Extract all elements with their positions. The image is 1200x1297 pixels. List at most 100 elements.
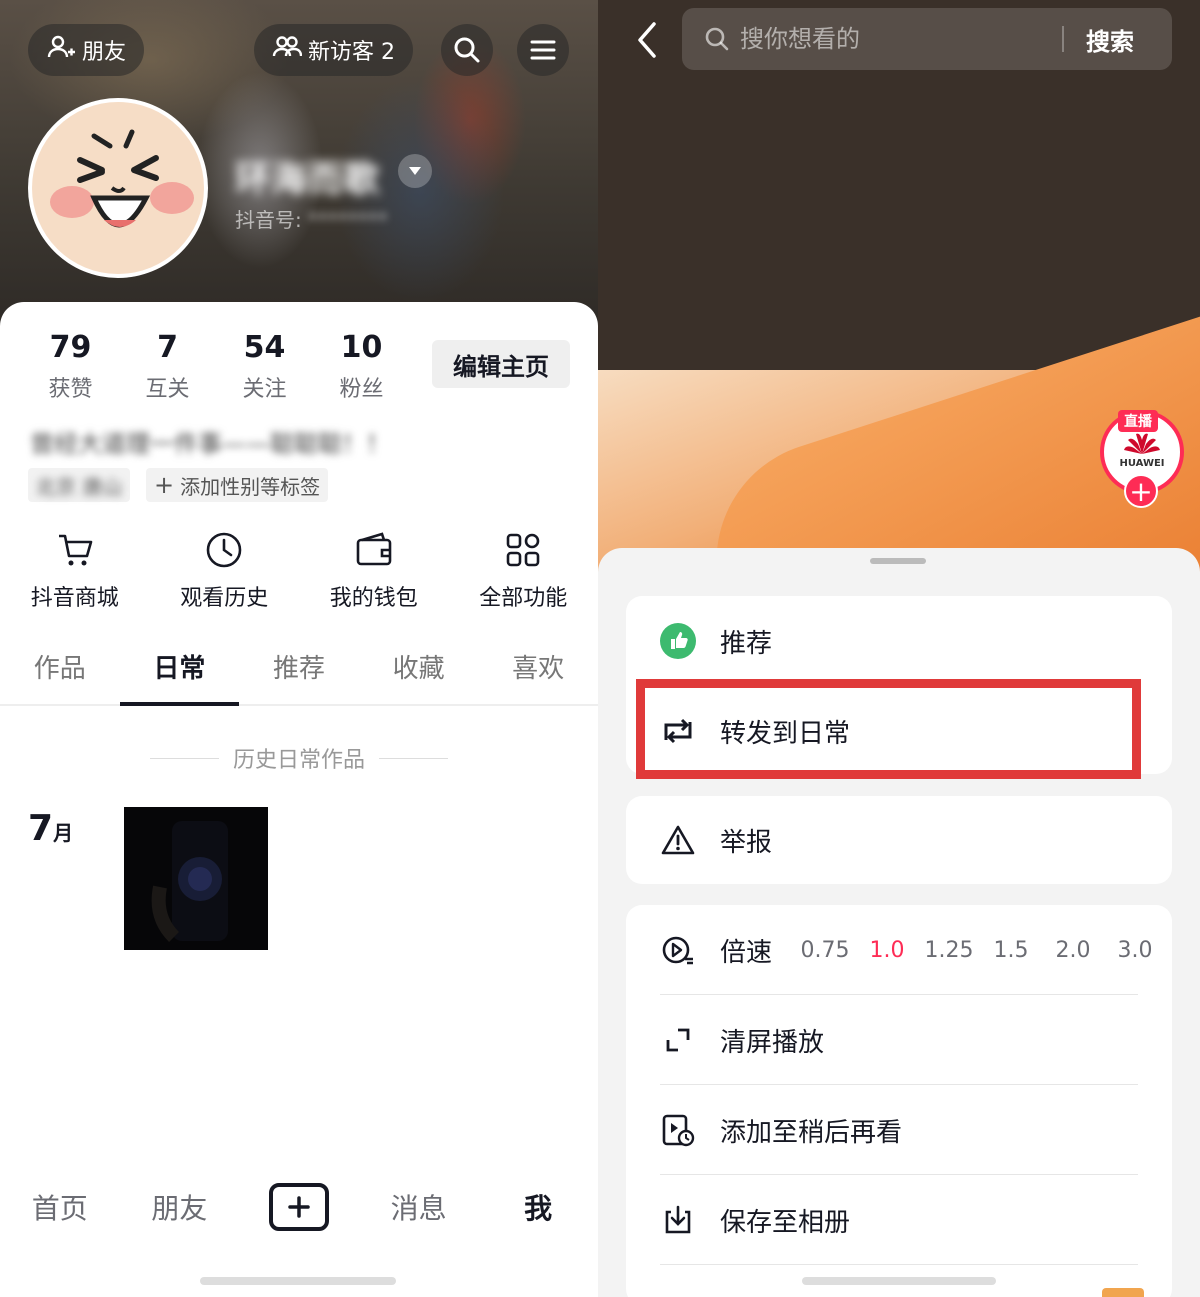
stat-following-count: 54: [243, 330, 286, 365]
tool-wallet[interactable]: 我的钱包: [299, 530, 449, 612]
clear-screen-row[interactable]: 清屏播放: [626, 995, 1172, 1085]
tool-shop-label: 抖音商城: [30, 586, 119, 611]
hamburger-icon: [530, 40, 556, 60]
tool-all-features-label: 全部功能: [479, 586, 568, 611]
peek-thumbnail: [1102, 1288, 1144, 1297]
tool-all-features[interactable]: 全部功能: [449, 530, 599, 612]
speed-option-1-25[interactable]: 1.25: [918, 938, 980, 963]
live-badge: 直播: [1118, 410, 1158, 432]
laughing-face-avatar-icon: [32, 102, 204, 274]
stat-followers-label: 粉丝: [339, 377, 384, 402]
home-indicator: [802, 1277, 996, 1285]
add-tag-label: 添加性别等标签: [180, 474, 321, 499]
edit-profile-button[interactable]: 编辑主页: [432, 340, 570, 388]
grid-icon: [506, 533, 540, 567]
speed-option-1-0[interactable]: 1.0: [856, 938, 918, 963]
profile-tabs: 作品 日常 推荐 收藏 喜欢: [0, 640, 598, 706]
watch-later-label: 添加至稍后再看: [720, 1117, 903, 1148]
search-submit-button[interactable]: 搜索: [1086, 22, 1134, 57]
playback-group: 倍速 0.75 1.0 1.25 1.5 2.0 3.0 清屏播放 添加至稍后再…: [626, 905, 1172, 1297]
friends-label: 朋友: [82, 40, 127, 65]
stat-followers[interactable]: 10 粉丝: [313, 330, 410, 403]
month-label: 7月: [28, 808, 73, 849]
account-switch-button[interactable]: [398, 154, 432, 188]
highlight-box: [636, 679, 1141, 779]
speed-option-2-0[interactable]: 2.0: [1042, 938, 1104, 963]
recommend-row[interactable]: 推荐: [626, 596, 1172, 686]
tool-history[interactable]: 观看历史: [150, 530, 300, 612]
stat-likes-count: 79: [49, 330, 92, 365]
bottom-nav: 首页 朋友 消息 我: [0, 1172, 598, 1242]
create-button[interactable]: [268, 1183, 329, 1231]
back-button[interactable]: [628, 18, 668, 62]
stat-following-label: 关注: [242, 377, 287, 402]
wallet-icon: [356, 532, 392, 566]
speed-option-1-5[interactable]: 1.5: [980, 938, 1042, 963]
cart-icon: [58, 534, 93, 566]
clear-screen-label: 清屏播放: [720, 1027, 825, 1058]
stat-following[interactable]: 54 关注: [216, 330, 313, 403]
home-indicator: [200, 1277, 396, 1285]
history-label: 历史日常作品: [233, 748, 366, 773]
warning-icon: [658, 820, 698, 860]
phone-photo-icon: [151, 821, 228, 942]
search-input[interactable]: [740, 25, 1060, 53]
tool-shop[interactable]: 抖音商城: [0, 530, 150, 612]
search-button[interactable]: [441, 24, 493, 76]
profile-screen: 朋友 新访客 2 环海而歌 抖音号: ******** 79 获赞 7 互关 5…: [0, 0, 598, 1297]
douyin-id-value: ********: [307, 208, 388, 232]
month-unit: 月: [53, 821, 74, 845]
nav-messages[interactable]: 消息: [359, 1187, 479, 1227]
daily-video-thumbnail[interactable]: [124, 807, 268, 950]
friends-button[interactable]: 朋友: [28, 24, 145, 76]
stat-mutual-count: 7: [157, 330, 178, 365]
watch-later-row[interactable]: 添加至稍后再看: [626, 1085, 1172, 1175]
menu-button[interactable]: [517, 24, 569, 76]
add-tag-button[interactable]: + 添加性别等标签: [146, 468, 329, 502]
report-row[interactable]: 举报: [626, 796, 1172, 884]
triangle-down-icon: [409, 167, 421, 175]
tool-wallet-label: 我的钱包: [329, 586, 418, 611]
download-icon: [658, 1200, 698, 1240]
tab-daily[interactable]: 日常: [119, 640, 240, 706]
speed-row: 倍速 0.75 1.0 1.25 1.5 2.0 3.0: [626, 905, 1172, 995]
nav-home[interactable]: 首页: [0, 1187, 120, 1227]
follow-plus-button[interactable]: +: [1124, 474, 1158, 508]
profile-stats: 79 获赞 7 互关 54 关注 10 粉丝: [22, 330, 410, 403]
plus-icon: [288, 1196, 310, 1218]
visitors-icon: [272, 32, 303, 68]
new-visitors-button[interactable]: 新访客 2: [254, 24, 413, 76]
tab-favorites[interactable]: 收藏: [359, 640, 479, 704]
tab-recommend[interactable]: 推荐: [239, 640, 359, 704]
stat-likes[interactable]: 79 获赞: [22, 330, 119, 403]
fullscreen-icon: [658, 1020, 698, 1060]
speed-option-3-0[interactable]: 3.0: [1104, 938, 1166, 963]
month-number: 7: [28, 808, 54, 849]
tab-likes[interactable]: 喜欢: [478, 640, 598, 704]
huawei-logo-icon: [1124, 433, 1160, 454]
location-tag-text: 北京 唐山: [36, 474, 123, 499]
nav-friends[interactable]: 朋友: [120, 1187, 240, 1227]
douyin-id-label: 抖音号:: [235, 208, 302, 232]
save-album-row[interactable]: 保存至相册: [626, 1175, 1172, 1265]
nav-create[interactable]: [239, 1183, 359, 1231]
search-bar: 搜索: [682, 8, 1172, 70]
speed-label: 倍速: [720, 937, 773, 968]
report-group: 举报: [626, 796, 1172, 884]
speed-icon: [658, 930, 698, 970]
stat-mutual[interactable]: 7 互关: [119, 330, 216, 403]
location-tag[interactable]: 北京 唐山: [28, 468, 131, 502]
avatar[interactable]: [28, 98, 208, 278]
tab-works[interactable]: 作品: [0, 640, 120, 704]
divider-line: [379, 757, 449, 759]
save-album-label: 保存至相册: [720, 1207, 851, 1238]
search-divider: [1062, 26, 1064, 52]
search-icon: [454, 37, 480, 63]
sheet-grab-handle[interactable]: [870, 558, 926, 564]
chevron-left-icon: [638, 22, 656, 58]
stat-followers-count: 10: [340, 330, 383, 365]
search-icon: [705, 27, 729, 51]
row-separator: [660, 1264, 1138, 1265]
speed-option-0-75[interactable]: 0.75: [794, 938, 856, 963]
nav-me[interactable]: 我: [478, 1187, 598, 1227]
